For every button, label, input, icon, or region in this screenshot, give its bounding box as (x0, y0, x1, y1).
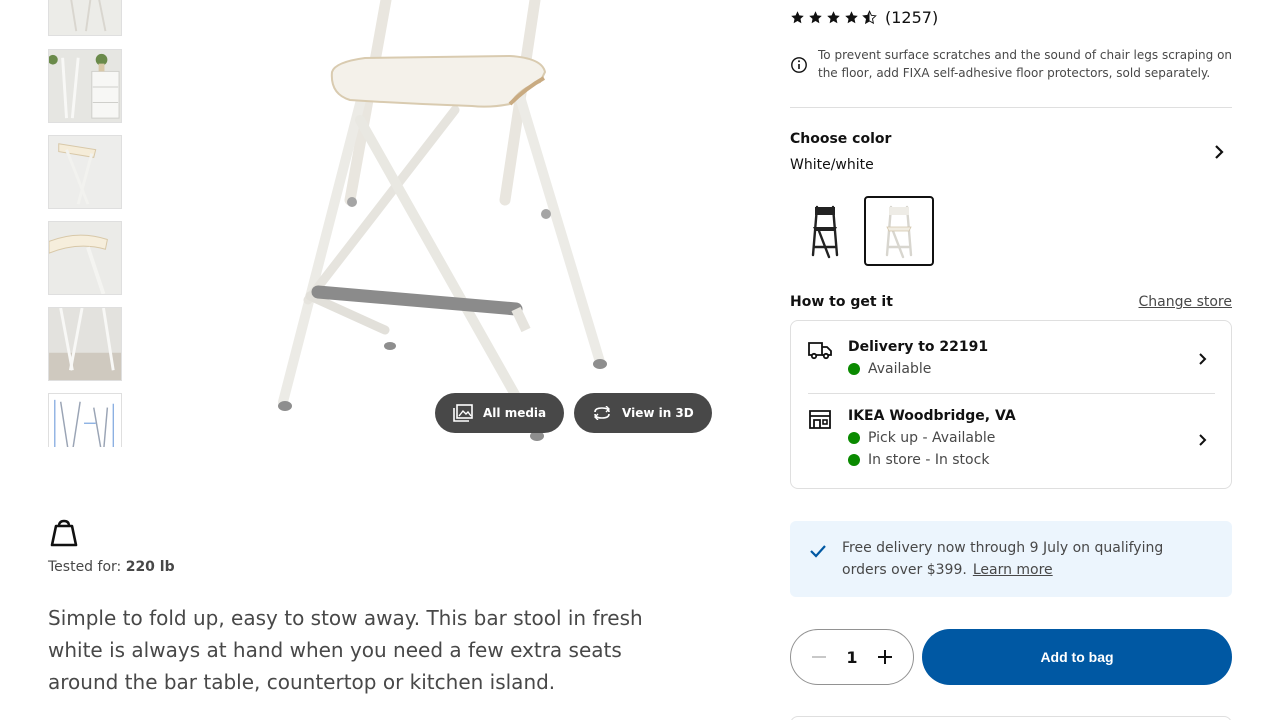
notice-text: To prevent surface scratches and the sou… (818, 48, 1233, 80)
learn-more-link[interactable]: Learn more (973, 562, 1053, 578)
pickup-status: Pick up - Available (848, 430, 995, 446)
stool-image (49, 0, 121, 35)
check-icon (810, 545, 826, 558)
stool-room-image (49, 50, 121, 122)
change-store-link[interactable]: Change store (1139, 294, 1232, 310)
half-star-icon (862, 10, 877, 25)
pickup-status-text: Pick up - Available (868, 430, 996, 446)
fulfillment-options: Delivery to 22191 Available IKEA Woodbri… (790, 320, 1232, 489)
selected-color: White/white (790, 157, 874, 173)
instore-status-text: In store - In stock (868, 452, 990, 468)
rating[interactable]: (1257) (790, 8, 1232, 27)
review-count: (1257) (885, 8, 939, 27)
all-media-label: All media (483, 406, 547, 420)
tested-label: Tested for: (48, 559, 126, 575)
thumbnail-2[interactable] (48, 49, 122, 123)
star-icon (827, 11, 840, 24)
thumbnail-strip (48, 0, 122, 447)
add-to-bag-button[interactable]: Add to bag (922, 629, 1232, 685)
all-media-button[interactable]: All media (435, 393, 565, 433)
minus-icon (812, 656, 826, 658)
star-icon (845, 11, 858, 24)
swatch-white[interactable] (864, 196, 934, 266)
thumbnail-3[interactable] (48, 135, 122, 209)
chevron-right-icon (1199, 434, 1207, 446)
store-title: IKEA Woodbridge, VA (848, 408, 1016, 424)
chevron-right-icon (1199, 353, 1207, 365)
view-3d-label: View in 3D (622, 406, 694, 420)
info-icon (791, 57, 807, 73)
how-to-get-it: How to get it Change store (790, 291, 1232, 313)
how-to-get-title: How to get it (790, 294, 893, 310)
decrease-quantity-button[interactable] (801, 639, 837, 675)
choose-color-title: Choose color (790, 131, 892, 147)
product-description: Simple to fold up, easy to stow away. Th… (48, 606, 643, 694)
bar-stool-image (190, 0, 750, 447)
quantity-stepper: 1 (790, 629, 914, 685)
instore-status: In store - In stock (848, 452, 989, 468)
available-dot-icon (848, 432, 860, 444)
floor-protector-notice: To prevent surface scratches and the sou… (790, 46, 1232, 82)
available-dot-icon (848, 454, 860, 466)
tested-value: 220 lb (125, 559, 175, 575)
main-product-image[interactable]: All media View in 3D (190, 0, 750, 447)
delivery-status-text: Available (868, 361, 932, 377)
next-section-box (790, 716, 1232, 720)
increase-quantity-button[interactable] (867, 639, 903, 675)
star-icon (791, 11, 804, 24)
store-icon (809, 410, 831, 429)
thumbnail-4[interactable] (48, 221, 122, 295)
chevron-right-icon (1215, 145, 1224, 159)
stool-folded-image (49, 136, 121, 208)
delivery-status: Available (848, 361, 931, 377)
thumbnail-5[interactable] (48, 307, 122, 381)
delivery-title: Delivery to 22191 (848, 339, 989, 355)
rotate-3d-icon (594, 406, 610, 420)
store-option[interactable]: IKEA Woodbridge, VA Pick up - Available … (808, 394, 1215, 489)
choose-color[interactable]: Choose color White/white (790, 128, 1232, 178)
swatch-black[interactable] (790, 196, 860, 266)
available-dot-icon (848, 363, 860, 375)
thumbnail-1[interactable] (48, 0, 122, 36)
promo-text-block: Free delivery now through 9 July on qual… (842, 537, 1212, 581)
star-icon (809, 11, 822, 24)
divider (790, 107, 1232, 108)
delivery-option[interactable]: Delivery to 22191 Available (808, 321, 1215, 393)
color-swatches (790, 196, 1232, 266)
stool-detail-image (49, 222, 121, 294)
gallery-icon (453, 404, 473, 422)
star-rating (790, 10, 877, 25)
plus-icon (877, 650, 892, 664)
free-delivery-banner: Free delivery now through 9 July on qual… (790, 521, 1232, 597)
truck-icon (808, 342, 832, 360)
black-stool-image (811, 205, 839, 259)
quantity-value[interactable]: 1 (846, 648, 857, 667)
view-3d-button[interactable]: View in 3D (574, 393, 712, 433)
stool-dimensions-image (49, 394, 121, 447)
white-stool-image (885, 205, 913, 259)
stool-floor-image (49, 308, 121, 380)
thumbnail-6[interactable] (48, 393, 122, 447)
tested-weight: Tested for: 220 lb (48, 559, 175, 575)
weight-icon (50, 519, 78, 547)
